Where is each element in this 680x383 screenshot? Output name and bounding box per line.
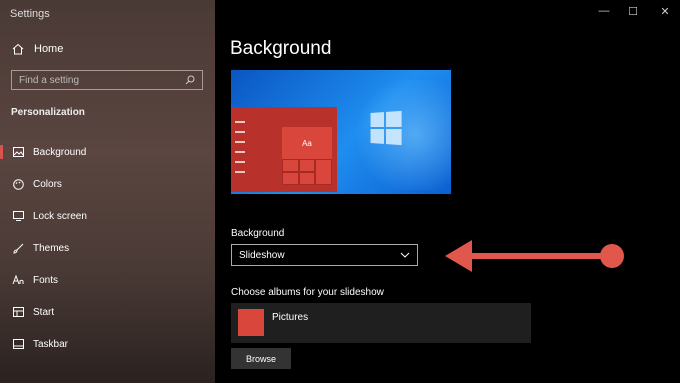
home-label: Home [34,43,64,55]
page-title: Background [230,38,332,59]
app-title: Settings [10,8,50,20]
picture-icon [11,147,25,157]
sidebar-item-taskbar[interactable]: Taskbar [0,334,215,354]
album-item[interactable]: Pictures [231,303,531,343]
chevron-down-icon [400,252,410,258]
start-icon [11,307,25,317]
album-thumbnail [238,309,264,336]
search-input[interactable]: Find a setting [11,70,203,90]
preview-window: Aa [231,107,337,192]
sidebar-item-label: Start [33,306,55,318]
dropdown-value: Slideshow [239,249,285,261]
sidebar-item-colors[interactable]: Colors [0,174,215,194]
background-preview: Aa [231,70,451,194]
sidebar-item-background[interactable]: Background [0,142,215,162]
home-icon [12,43,24,55]
album-name: Pictures [272,312,309,323]
arrow-annotation [445,240,624,272]
search-icon [185,75,195,85]
albums-label: Choose albums for your slideshow [231,287,384,298]
sidebar-item-label: Colors [33,178,62,190]
preview-sample-text: Aa [282,127,332,159]
search-placeholder: Find a setting [19,74,80,86]
sidebar-item-start[interactable]: Start [0,302,215,322]
lock-screen-icon [11,211,25,221]
main-panel: — ☐ ✕ Background Aa Background Slideshow… [215,0,680,383]
sidebar-item-label: Background [33,146,87,158]
sidebar-item-label: Themes [33,242,70,254]
sidebar-item-themes[interactable]: Themes [0,238,215,258]
sidebar-item-label: Lock screen [33,210,87,222]
minimize-button[interactable]: — [596,5,612,17]
maximize-button[interactable]: ☐ [625,5,641,18]
sidebar: Settings Home Find a setting Personaliza… [0,0,215,383]
brush-icon [11,243,25,254]
section-title: Personalization [11,107,85,118]
sidebar-item-label: Taskbar [33,338,69,350]
background-label: Background [231,228,285,239]
browse-button[interactable]: Browse [231,348,291,369]
sidebar-item-lock-screen[interactable]: Lock screen [0,206,215,226]
home-link[interactable]: Home [12,43,63,55]
palette-icon [11,178,25,190]
sidebar-item-fonts[interactable]: Fonts [0,270,215,290]
sidebar-item-label: Fonts [33,274,59,286]
windows-logo-icon [370,110,402,146]
font-icon [11,275,25,285]
taskbar-icon [11,339,25,349]
background-dropdown[interactable]: Slideshow [231,244,418,266]
close-button[interactable]: ✕ [657,5,673,18]
